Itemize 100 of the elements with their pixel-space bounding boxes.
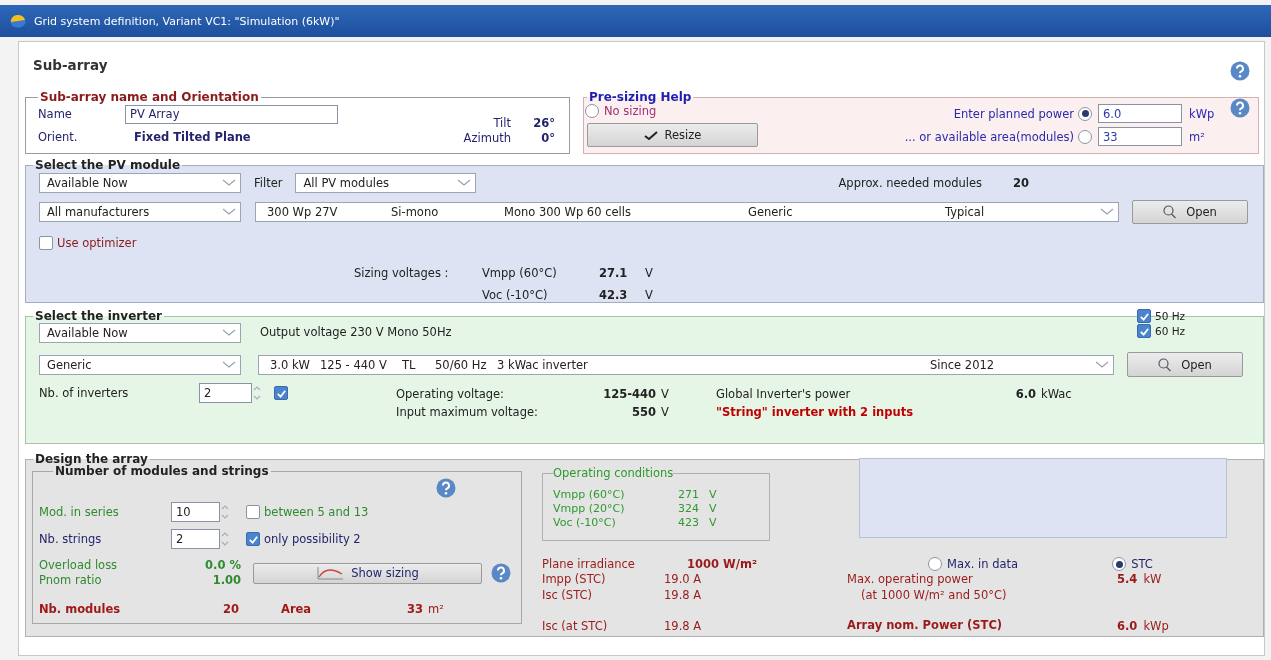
- field-label: Input maximum voltage:: [396, 405, 539, 419]
- field-label: Approx. needed modules: [838, 176, 983, 190]
- availability-dropdown[interactable]: Available Now: [39, 323, 241, 343]
- help-icon[interactable]: [491, 563, 511, 583]
- checkbox[interactable]: [1137, 309, 1151, 323]
- unit-label: V: [645, 288, 654, 302]
- field-label: Nb. of inverters: [39, 386, 130, 400]
- checkbox-label: only possibility 2: [264, 532, 361, 546]
- field-label: Array nom. Power (STC): [847, 618, 1004, 634]
- voltage-value: 125-440: [602, 387, 656, 401]
- checkbox[interactable]: [274, 386, 288, 400]
- checkbox[interactable]: [39, 236, 53, 250]
- field-label: (at 1000 W/m² and 50°C): [860, 587, 1008, 603]
- field-label: Nb. strings: [39, 532, 103, 546]
- current-value: 19.8 A: [664, 618, 703, 634]
- value-field[interactable]: 33: [1098, 127, 1182, 146]
- field-label: Isc (at STC): [542, 618, 609, 634]
- show-sizing-button[interactable]: Show sizing: [253, 562, 482, 584]
- field-label: Name: [38, 107, 73, 122]
- field-label: Mod. in series: [39, 505, 120, 519]
- checkbox[interactable]: [1137, 324, 1151, 338]
- unit-label: kWp: [1143, 619, 1169, 633]
- field-label: Plane irradiance: [542, 557, 636, 571]
- tilt-value: 26°: [532, 116, 555, 130]
- section-title: Pre-sizing Help: [588, 90, 693, 104]
- field-label: Sizing voltages :: [354, 266, 450, 280]
- checkbox-label: between 5 and 13: [264, 505, 369, 519]
- radio-button[interactable]: [928, 557, 942, 571]
- voltage-value: 42.3: [599, 288, 629, 302]
- unit-label: V: [660, 405, 670, 419]
- field-label: Azimuth: [463, 131, 511, 145]
- power-value: 6.0: [1014, 387, 1036, 401]
- manufacturer-dropdown[interactable]: Generic: [39, 354, 241, 375]
- help-icon[interactable]: [436, 478, 456, 498]
- filter-dropdown[interactable]: All PV modules: [295, 173, 477, 193]
- curve-chart-icon: [316, 566, 345, 580]
- radio-button[interactable]: [585, 104, 599, 118]
- checkbox-label: 50 Hz: [1155, 310, 1186, 322]
- chevron-down-icon: [222, 208, 236, 216]
- spinner-arrows-icon[interactable]: [252, 384, 262, 402]
- field-label: Vmpp (60°C): [553, 488, 626, 502]
- chevron-down-icon: [222, 329, 236, 337]
- unit-label: V: [708, 488, 718, 502]
- unit-label: kWac: [1040, 387, 1072, 401]
- unit-label: V: [645, 266, 654, 280]
- help-icon[interactable]: [1230, 61, 1250, 81]
- name-field[interactable]: PV Array: [125, 104, 338, 124]
- availability-dropdown[interactable]: Available Now: [39, 173, 241, 193]
- open-button[interactable]: Open: [1132, 200, 1248, 224]
- field-label: Isc (STC): [542, 587, 593, 603]
- chevron-down-icon: [1100, 208, 1114, 216]
- open-button[interactable]: Open: [1127, 352, 1243, 377]
- resize-button[interactable]: Resize: [587, 123, 758, 147]
- strings-field[interactable]: 2: [171, 529, 220, 549]
- series-field[interactable]: 10: [171, 502, 220, 522]
- unit-label: V: [660, 387, 670, 401]
- value-field[interactable]: 6.0: [1098, 104, 1182, 123]
- modules-value: 20: [222, 602, 239, 616]
- chevron-down-icon: [457, 179, 472, 187]
- field-label: Voc (-10°C): [553, 516, 617, 530]
- checkbox[interactable]: [246, 532, 260, 546]
- radio-button[interactable]: [1078, 129, 1092, 144]
- power-value: 6.0: [1117, 619, 1138, 633]
- app-logo-icon: [10, 14, 26, 28]
- radio-button[interactable]: [1112, 557, 1127, 571]
- module-dropdown[interactable]: 300 Wp 27V Si-mono Mono 300 Wp 60 cells Generic Typical: [255, 202, 1119, 222]
- voltage-value: 550: [631, 405, 656, 419]
- section-title: Number of modules and strings: [55, 464, 270, 478]
- unit-label: V: [708, 502, 718, 516]
- section-title: Select the PV module: [34, 158, 182, 172]
- chevron-down-icon: [1095, 360, 1109, 369]
- checkmark-icon: [643, 130, 658, 140]
- inverter-count-field[interactable]: 2: [199, 383, 252, 403]
- chevron-down-icon: [222, 179, 236, 187]
- panel-title: Sub-array: [33, 57, 108, 73]
- voltage-value: 423: [677, 516, 699, 530]
- radio-label: No sizing: [604, 104, 657, 118]
- manufacturer-dropdown[interactable]: All manufacturers: [39, 202, 241, 222]
- checkbox[interactable]: [246, 505, 260, 519]
- section-title: Design the array: [34, 452, 148, 466]
- field-label: Overload loss: [39, 558, 119, 573]
- pnom-value: 1.00: [211, 573, 241, 588]
- field-label: Global Inverter's power: [716, 387, 852, 401]
- inverter-dropdown[interactable]: 3.0 kW 125 - 440 V TL 50/60 Hz 3 kWac inverter Since 2012: [258, 354, 1114, 375]
- field-label: Orient.: [38, 130, 79, 145]
- radio-button[interactable]: [1078, 106, 1092, 121]
- unit-label: m²: [1188, 129, 1206, 144]
- current-value: 19.8 A: [664, 587, 703, 603]
- help-icon[interactable]: [1230, 98, 1250, 118]
- voltage-value: 27.1: [599, 266, 629, 280]
- checkbox-label: 60 Hz: [1155, 325, 1186, 337]
- unit-label: kW: [1143, 571, 1162, 587]
- window-title: Grid system definition, Variant VC1: "Simulation (6kW)": [34, 14, 340, 28]
- field-label: Voc (-10°C): [482, 288, 549, 302]
- output-voltage-label: Output voltage 230 V Mono 50Hz: [260, 325, 452, 339]
- radio-label: Enter planned power: [952, 106, 1074, 121]
- overload-value: 0.0 %: [204, 558, 241, 573]
- radio-label: ... or available area(modules): [904, 129, 1074, 144]
- orientation-value: Fixed Tilted Plane: [133, 130, 252, 145]
- section-title: Select the inverter: [34, 309, 163, 323]
